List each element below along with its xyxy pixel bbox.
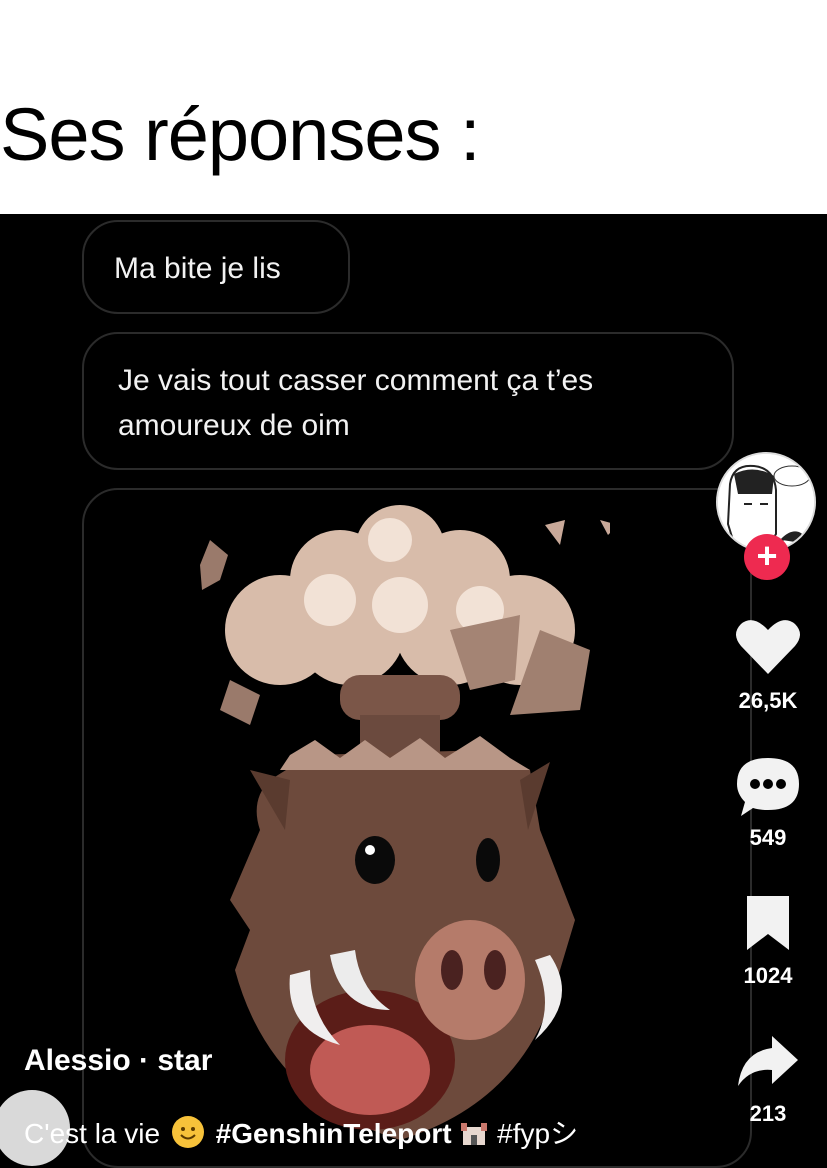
author-name[interactable]: Alessio · star bbox=[24, 1044, 212, 1078]
castle-emoji-icon bbox=[459, 1119, 489, 1147]
share-button[interactable] bbox=[718, 1034, 818, 1093]
message-text-line: Je vais tout casser comment ça t’es bbox=[118, 364, 594, 397]
caption-text: C'est la vie bbox=[24, 1118, 161, 1149]
follow-button[interactable]: + bbox=[744, 534, 790, 580]
hashtag-link[interactable]: #fypシ bbox=[497, 1118, 578, 1149]
heart-icon bbox=[736, 620, 800, 674]
comment-icon bbox=[737, 758, 799, 816]
torn-edge bbox=[0, 180, 827, 214]
mind-blown-boar-image bbox=[200, 505, 610, 1140]
comment-button[interactable] bbox=[718, 756, 818, 823]
bookmark-button[interactable] bbox=[718, 894, 818, 957]
message-text: Ma bite je lis bbox=[114, 252, 281, 285]
like-button[interactable] bbox=[718, 616, 818, 681]
smile-emoji-icon bbox=[171, 1116, 204, 1148]
bookmark-count: 1024 bbox=[743, 963, 793, 988]
share-icon bbox=[738, 1036, 798, 1086]
message-text-line: amoureux de oim bbox=[118, 409, 350, 442]
page-title: Ses réponses : bbox=[0, 93, 481, 176]
comment-count: 549 bbox=[749, 825, 787, 850]
hashtag-link[interactable]: #GenshinTeleport bbox=[216, 1118, 452, 1149]
message-bubble: Je vais tout casser comment ça t’es amou… bbox=[82, 332, 734, 470]
share-count: 213 bbox=[749, 1101, 787, 1126]
message-bubble: Ma bite je lis bbox=[82, 220, 350, 314]
like-count: 26,5K bbox=[738, 688, 798, 713]
post-caption: C'est la vie #GenshinTeleport #fypシ bbox=[24, 1112, 578, 1152]
bookmark-icon bbox=[747, 896, 789, 950]
plus-icon: + bbox=[756, 535, 778, 576]
